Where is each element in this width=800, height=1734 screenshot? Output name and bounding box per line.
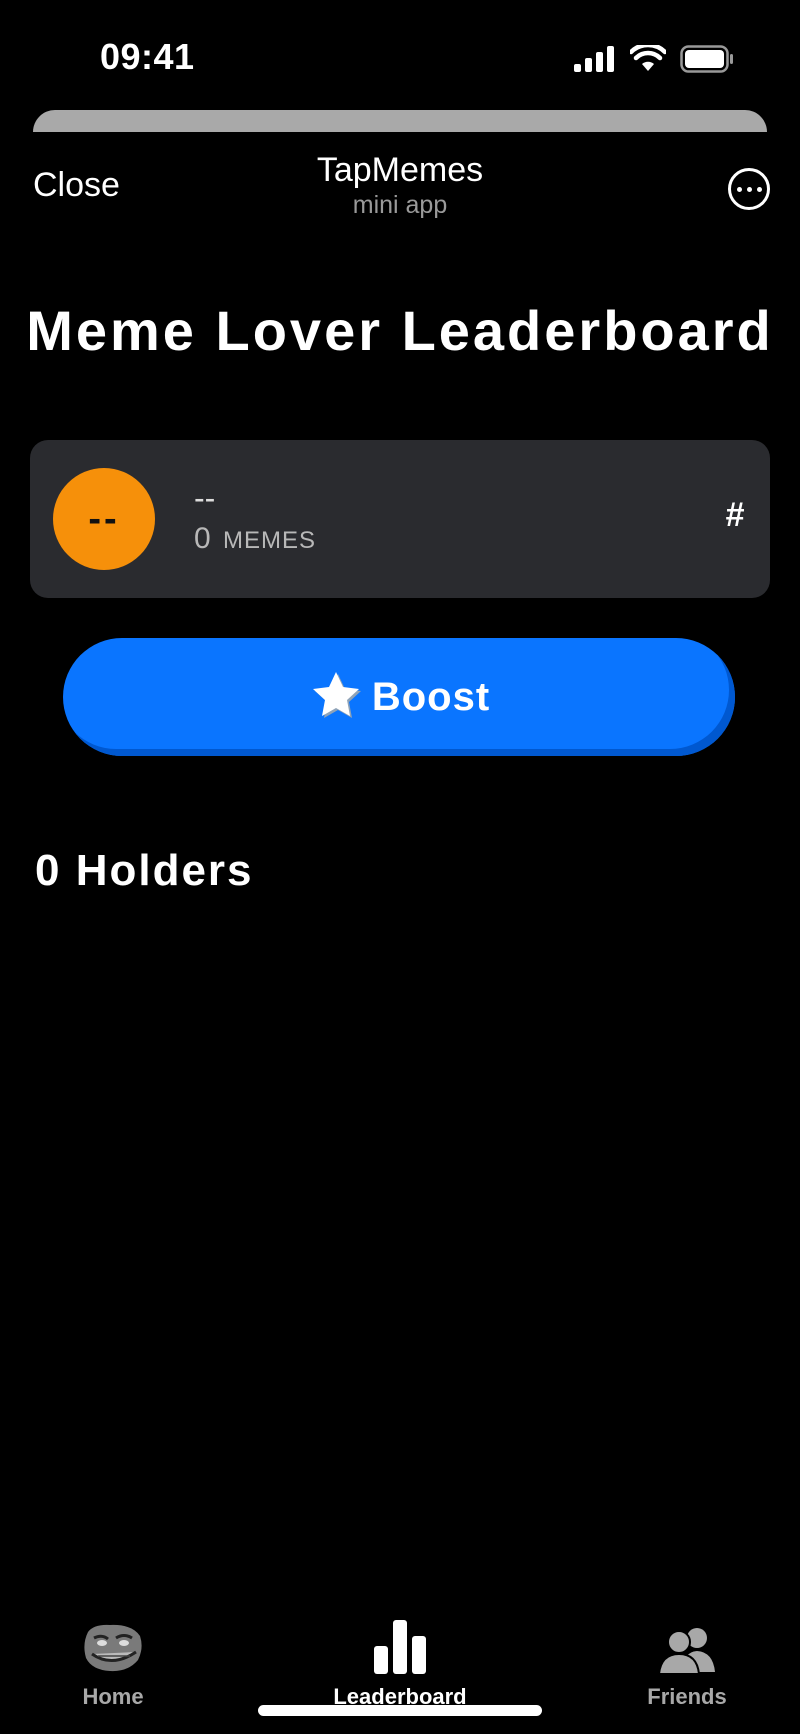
status-icons [574,44,734,74]
memes-count-value: 0 [194,522,211,555]
page-title: Meme Lover Leaderboard [26,299,774,362]
home-indicator [258,1705,542,1716]
tab-home-label: Home [82,1684,144,1709]
star-icon [312,672,361,718]
battery-icon [680,45,733,73]
bar-chart-icon [374,1620,426,1674]
header-title-group: TapMemes mini app [0,150,800,220]
tab-friends-label: Friends [647,1684,727,1709]
boost-button[interactable]: Boost [63,638,735,756]
user-rank: # [725,496,744,534]
boost-label: Boost [371,674,491,719]
wifi-icon [630,45,666,71]
app-subtitle: mini app [352,191,448,219]
user-rank-card: -- -- 0 MEMES # [30,440,770,598]
troll-face-icon [84,1624,142,1672]
sheet-handle[interactable] [33,110,767,132]
cellular-signal-icon [574,46,614,72]
user-name: -- [194,480,216,516]
user-memes-count: 0 MEMES [194,522,316,556]
people-icon [657,1628,715,1674]
app-title: TapMemes [316,151,484,189]
tab-home[interactable]: Home [0,1614,233,1710]
ellipsis-circle-icon [736,186,762,192]
status-time: 09:41 [100,36,195,77]
tab-leaderboard[interactable]: Leaderboard [280,1614,520,1710]
memes-unit: MEMES [223,527,317,554]
tab-friends[interactable]: Friends [567,1614,800,1710]
avatar: -- [53,468,155,570]
holders-count: 0 Holders [35,846,254,895]
more-options-button[interactable] [728,168,770,210]
